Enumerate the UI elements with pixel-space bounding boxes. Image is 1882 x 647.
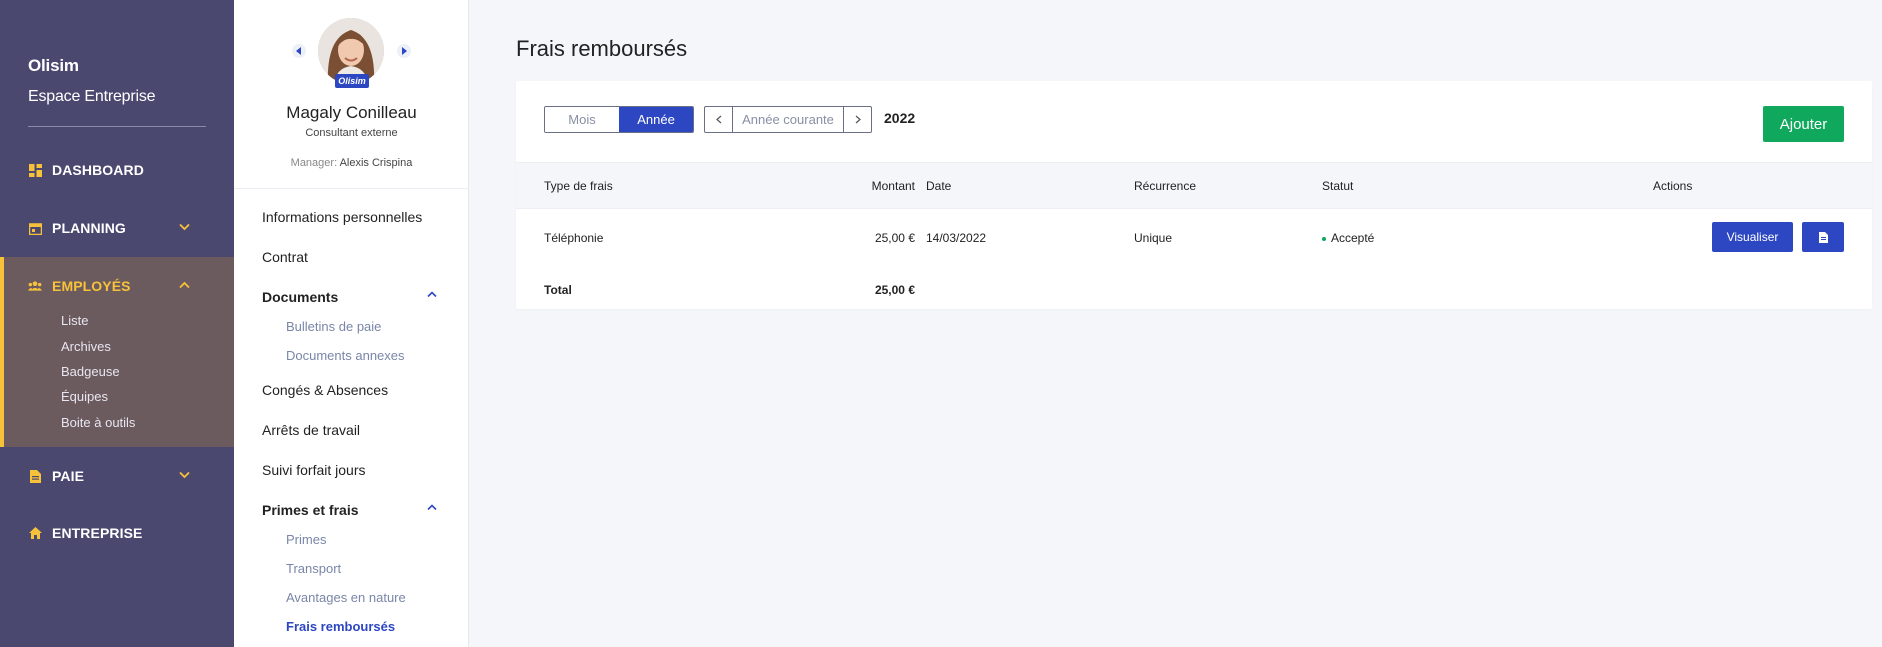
cell-montant: 25,00 € [874,231,915,245]
period-type-toggle: Mois Année [544,106,694,133]
home-icon [28,526,42,540]
users-icon [28,279,42,293]
brand-subtitle: Espace Entreprise [28,88,156,105]
nav-entreprise[interactable]: ENTREPRISE [0,513,234,553]
toggle-mois[interactable]: Mois [545,107,619,132]
toggle-annee[interactable]: Année [619,107,693,132]
main-sidebar: Olisim Espace Entreprise DASHBOARD PLANN… [0,0,234,647]
year-label: 2022 [884,110,916,126]
menu-transport[interactable]: Transport [286,561,341,576]
previous-employee-button[interactable] [292,44,306,58]
dashboard-icon [28,163,42,177]
column-date: Date [926,179,952,193]
menu-primes[interactable]: Primes [286,532,326,547]
brand: Olisim Espace Entreprise [28,56,156,106]
document-icon [28,469,42,483]
brand-divider [28,126,206,127]
period-value[interactable]: Année courante [732,107,844,132]
nav-paie[interactable]: PAIE [0,456,234,496]
brand-name: Olisim [28,56,79,75]
nav-sub-liste[interactable]: Liste [61,313,88,328]
menu-conges-absences[interactable]: Congés & Absences [262,382,388,398]
download-document-button[interactable] [1802,222,1844,252]
cell-type: Téléphonie [544,231,604,245]
menu-primes-et-frais[interactable]: Primes et frais [262,502,437,518]
employee-panel: Olisim Magaly Conilleau Consultant exter… [234,0,469,647]
calendar-icon [28,221,42,235]
chevron-down-icon [179,220,190,234]
file-icon [1818,231,1828,243]
chevron-up-icon [179,278,190,292]
employee-manager: Manager: Alexis Crispina [234,157,469,169]
column-recurrence: Récurrence [1134,179,1197,193]
nav-paie-label: PAIE [52,468,85,484]
panel-divider [234,188,469,189]
nav-sub-equipes[interactable]: Équipes [61,389,108,404]
add-button[interactable]: Ajouter [1763,106,1844,142]
nav-dashboard-label: DASHBOARD [52,162,144,178]
menu-documents[interactable]: Documents [262,289,437,305]
status-label: Accepté [1331,231,1375,245]
cell-recurrence: Unique [1134,231,1173,245]
next-period-button[interactable] [844,107,871,132]
status-dot-icon [1322,236,1326,241]
menu-informations-personnelles[interactable]: Informations personnelles [262,209,422,225]
view-button[interactable]: Visualiser [1712,222,1793,252]
menu-contrat[interactable]: Contrat [262,249,308,265]
manager-name: Alexis Crispina [339,157,413,169]
manager-label: Manager: [290,157,338,169]
menu-frais-rembourses[interactable]: Frais remboursés [286,619,395,634]
employee-name: Magaly Conilleau [286,103,417,122]
next-employee-button[interactable] [397,44,411,58]
column-montant: Montant [871,179,915,193]
table-header: Type de frais Montant Date Récurrence St… [516,162,1872,209]
nav-employes[interactable]: EMPLOYÉS [0,266,234,306]
nav-entreprise-label: ENTREPRISE [52,525,143,541]
chevron-up-icon [427,502,437,514]
total-label: Total [544,283,572,297]
nav-planning[interactable]: PLANNING [0,208,234,248]
menu-suivi-forfait-jours[interactable]: Suivi forfait jours [262,462,365,478]
column-actions: Actions [1653,179,1693,193]
column-type-de-frais: Type de frais [544,179,613,193]
chevron-down-icon [179,468,190,482]
nav-dashboard[interactable]: DASHBOARD [0,150,234,190]
employee-role: Consultant externe [305,127,398,139]
company-badge: Olisim [335,74,369,88]
menu-documents-label: Documents [262,289,339,305]
nav-employes-label: EMPLOYÉS [52,278,131,294]
previous-period-button[interactable] [705,107,732,132]
nav-sub-badgeuse[interactable]: Badgeuse [61,364,120,379]
nav-planning-label: PLANNING [52,220,126,236]
nav-sub-boite-outils[interactable]: Boite à outils [61,415,135,430]
nav-employes-section: EMPLOYÉS Liste Archives Badgeuse Équipes… [0,257,234,447]
nav-sub-archives[interactable]: Archives [61,339,111,354]
chevron-up-icon [427,289,437,301]
menu-arrets-de-travail[interactable]: Arrêts de travail [262,422,360,438]
total-value: 25,00 € [874,283,915,297]
column-statut: Statut [1322,179,1354,193]
menu-avantages-en-nature[interactable]: Avantages en nature [286,590,406,605]
status-badge: Accepté [1322,231,1374,245]
menu-documents-annexes[interactable]: Documents annexes [286,348,405,363]
expenses-card: Mois Année Année courante 2022 Ajouter T… [516,81,1872,309]
menu-bulletins-de-paie[interactable]: Bulletins de paie [286,319,381,334]
cell-date: 14/03/2022 [926,231,987,245]
page-title: Frais remboursés [516,36,688,61]
period-selector: Année courante [704,106,872,133]
menu-primes-et-frais-label: Primes et frais [262,502,359,518]
